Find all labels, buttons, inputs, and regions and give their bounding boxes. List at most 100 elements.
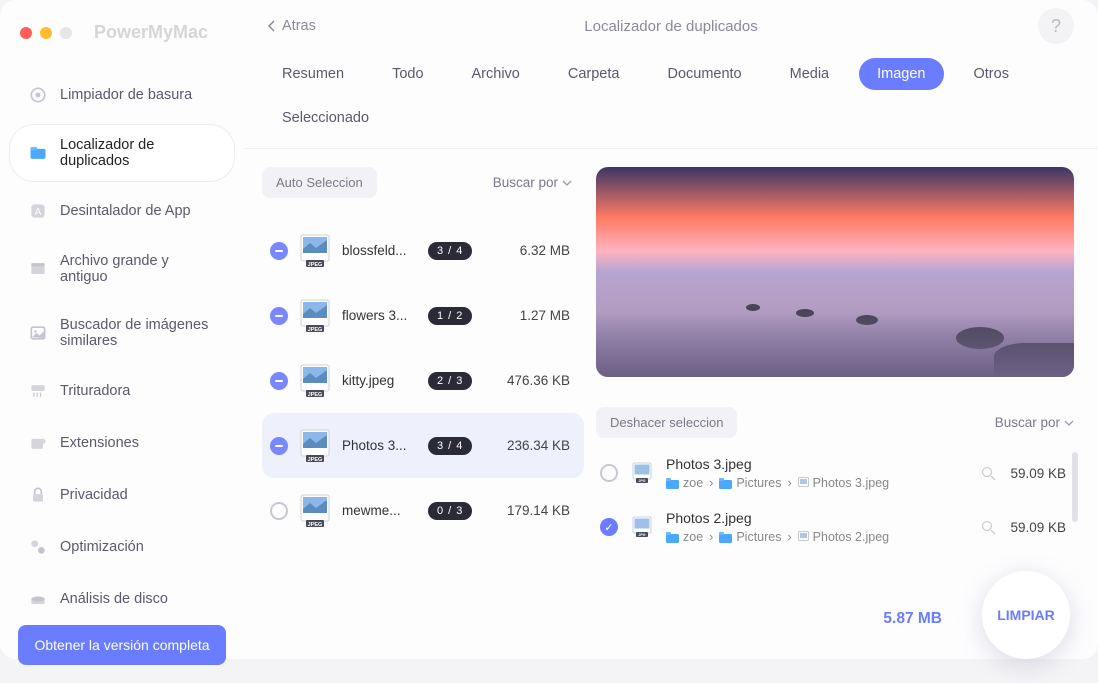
jpg-file-icon: JPG [632,516,652,538]
group-checkbox[interactable] [270,502,288,520]
jpg-file-icon: JPG [632,462,652,484]
sidebar-item-uninstaller[interactable]: A Desintalador de App [10,189,234,233]
file-name: flowers 3... [342,308,416,323]
tab-todo[interactable]: Todo [374,58,441,90]
sidebar-item-extensions[interactable]: Extensiones [10,421,234,465]
tab-seleccionado[interactable]: Seleccionado [264,102,387,134]
get-full-version-button[interactable]: Obtener la versión completa [18,625,226,665]
sort-button[interactable]: Buscar por [493,175,572,190]
file-size: 6.32 MB [520,243,570,258]
file-group-row[interactable]: JPEG Photos 3... 3 / 4 236.34 KB [262,413,584,478]
sidebar-item-label: Privacidad [60,487,128,503]
file-name: Photos 3... [342,438,416,453]
file-size: 236.34 KB [507,438,570,453]
sidebar-item-label: Buscador de imágenes similares [60,317,216,349]
jpeg-file-icon: JPEG [300,429,330,462]
image-icon [28,323,48,343]
help-button[interactable]: ? [1038,8,1074,44]
folder-icon [719,478,732,489]
sidebar-nav: Limpiador de basura Localizador de dupli… [0,69,244,625]
group-checkbox[interactable] [270,307,288,325]
sidebar-item-optimize[interactable]: Optimización [10,525,234,569]
svg-text:JPEG: JPEG [308,392,323,397]
jpeg-file-icon: JPEG [300,494,330,527]
disk-icon [28,589,48,609]
sidebar-item-label: Archivo grande y antiguo [60,253,216,285]
sidebar-item-label: Localizador de duplicados [60,137,216,169]
sidebar-item-shredder[interactable]: Trituradora [10,369,234,413]
total-selected-size: 5.87 MB [883,610,942,628]
sidebar-item-cleaner[interactable]: Limpiador de basura [10,73,234,117]
image-preview [596,167,1074,377]
archive-icon [28,259,48,279]
duplicate-instance-row[interactable]: JPG Photos 2.jpeg zoe › Pictures › Photo… [596,506,1074,548]
topbar: Atras Localizador de duplicados ? [244,0,1098,48]
sidebar: PowerMyMac Limpiador de basura Localizad… [0,0,244,659]
tab-resumen[interactable]: Resumen [264,58,362,90]
folder-icon [666,532,679,543]
app-brand: PowerMyMac [94,22,208,43]
duplicate-count-badge: 3 / 4 [428,242,472,260]
svg-text:JPG: JPG [638,479,645,483]
sidebar-item-disk[interactable]: Análisis de disco [10,577,234,621]
search-icon[interactable] [981,466,996,481]
tab-media[interactable]: Media [772,58,848,90]
folder-icon [719,532,732,543]
tab-carpeta[interactable]: Carpeta [550,58,638,90]
sidebar-item-duplicates[interactable]: Localizador de duplicados [10,125,234,181]
clean-button[interactable]: LIMPIAR [982,571,1070,659]
gear-icon [28,85,48,105]
svg-text:A: A [35,207,42,218]
group-checkbox[interactable] [270,372,288,390]
dup-sort-button[interactable]: Buscar por [995,415,1074,430]
back-label: Atras [282,18,316,34]
duplicate-count-badge: 0 / 3 [428,502,472,520]
back-button[interactable]: Atras [268,18,316,34]
group-checkbox[interactable] [270,242,288,260]
minimize-window-button[interactable] [40,27,52,39]
instance-file-name: Photos 2.jpeg [666,510,967,526]
instance-size: 59.09 KB [1010,466,1066,481]
scrollbar[interactable] [1072,452,1078,522]
sidebar-item-label: Desintalador de App [60,203,191,219]
sidebar-item-similar[interactable]: Buscador de imágenes similares [10,305,234,361]
tab-otros[interactable]: Otros [956,58,1027,90]
instance-checkbox[interactable] [600,464,618,482]
file-group-row[interactable]: JPEG flowers 3... 1 / 2 1.27 MB [262,283,584,348]
maximize-window-button[interactable] [60,27,72,39]
file-path-breadcrumb: zoe › Pictures › Photos 3.jpeg [666,476,967,490]
filter-tabs: Resumen Todo Archivo Carpeta Documento M… [244,48,1098,149]
folder-icon [666,478,679,489]
duplicate-count-badge: 1 / 2 [428,307,472,325]
tab-archivo[interactable]: Archivo [454,58,538,90]
chevron-down-icon [562,180,572,186]
duplicate-instances-list: JPG Photos 3.jpeg zoe › Pictures › Photo… [596,452,1074,548]
file-group-row[interactable]: JPEG mewme... 0 / 3 179.14 KB [262,478,584,543]
svg-text:JPEG: JPEG [308,522,323,527]
sidebar-item-privacy[interactable]: Privacidad [10,473,234,517]
sidebar-item-largefiles[interactable]: Archivo grande y antiguo [10,241,234,297]
file-name: mewme... [342,503,416,518]
app-icon: A [28,201,48,221]
close-window-button[interactable] [20,27,32,39]
sidebar-item-label: Análisis de disco [60,591,168,607]
search-icon[interactable] [981,520,996,535]
file-group-row[interactable]: JPEG kitty.jpeg 2 / 3 476.36 KB [262,348,584,413]
file-group-row[interactable]: JPEG blossfeld... 3 / 4 6.32 MB [262,218,584,283]
jpg-mini-icon [798,477,809,489]
shredder-icon [28,381,48,401]
footer: 5.87 MB LIMPIAR [488,579,1098,659]
jpeg-file-icon: JPEG [300,299,330,332]
instance-checkbox[interactable] [600,518,618,536]
tab-imagen[interactable]: Imagen [859,58,943,90]
duplicate-instance-row[interactable]: JPG Photos 3.jpeg zoe › Pictures › Photo… [596,452,1074,494]
group-checkbox[interactable] [270,437,288,455]
svg-text:JPEG: JPEG [308,457,323,462]
duplicate-groups-list: JPEG blossfeld... 3 / 4 6.32 MB JPEG flo… [262,218,584,543]
instance-size: 59.09 KB [1010,520,1066,535]
undo-selection-button[interactable]: Deshacer seleccion [596,407,737,438]
tab-documento[interactable]: Documento [649,58,759,90]
auto-select-button[interactable]: Auto Seleccion [262,167,377,198]
sidebar-item-label: Extensiones [60,435,139,451]
sidebar-item-label: Limpiador de basura [60,87,192,103]
